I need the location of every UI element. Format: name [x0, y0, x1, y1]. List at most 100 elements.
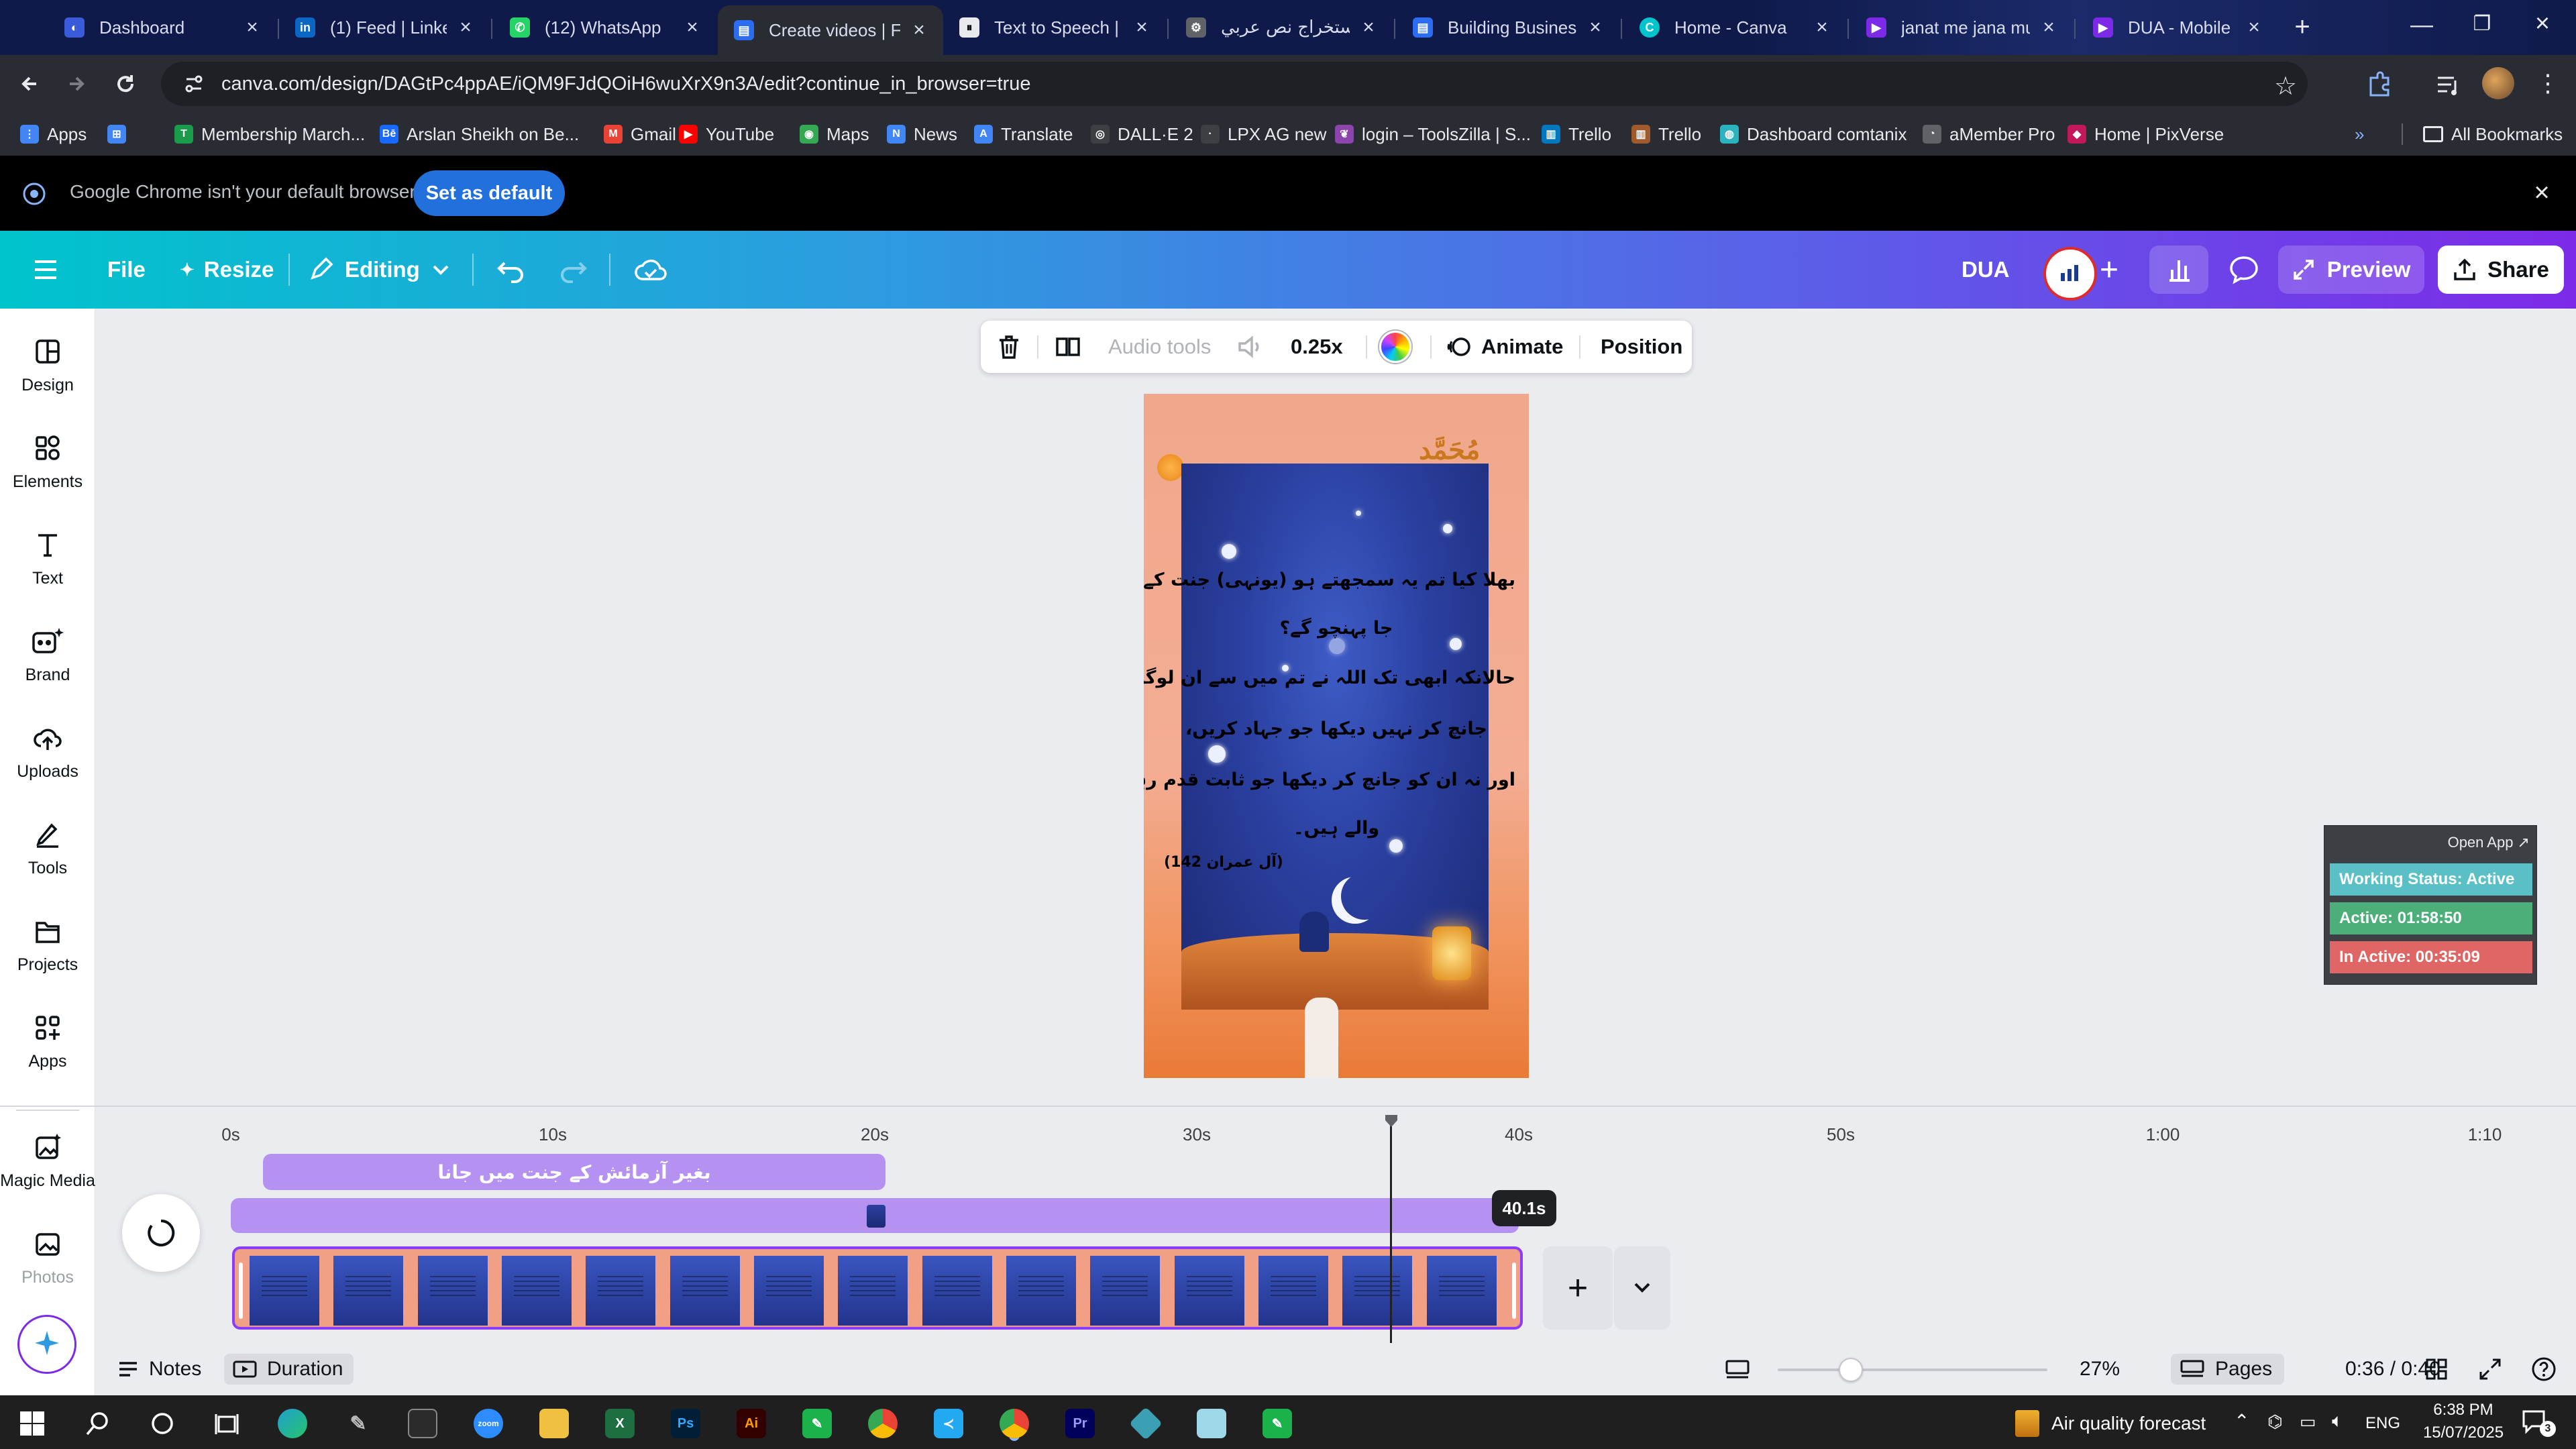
search-icon[interactable] [83, 1409, 113, 1438]
clock-time[interactable]: 6:38 PM [2423, 1401, 2504, 1419]
sidebar-item-text[interactable]: Text [0, 530, 95, 610]
zoom-percentage[interactable]: 27% [2080, 1354, 2120, 1385]
open-app-link[interactable]: Open App ↗ [2448, 834, 2530, 851]
close-icon[interactable]: × [910, 20, 928, 40]
weather-text[interactable]: Air quality forecast [2051, 1413, 2206, 1434]
excel-icon[interactable]: X [605, 1409, 635, 1438]
clip-thumbnail[interactable] [669, 1256, 740, 1326]
add-collaborator-icon[interactable]: + [2100, 251, 2118, 288]
close-icon[interactable]: × [1132, 17, 1151, 38]
sidebar-item-elements[interactable]: Elements [0, 433, 95, 514]
forward-icon[interactable] [62, 70, 90, 98]
browser-tab[interactable]: ⏸ Text to Speech | E × [943, 7, 1166, 48]
clip-thumbnail[interactable] [1006, 1256, 1076, 1326]
editing-mode-dropdown[interactable]: Editing [307, 251, 449, 288]
minimize-button[interactable]: — [2402, 12, 2442, 42]
close-window-button[interactable]: × [2522, 9, 2563, 42]
clip-thumbnail[interactable] [838, 1256, 908, 1326]
cortana-icon[interactable] [148, 1409, 177, 1438]
bookmark-star-icon[interactable]: ☆ [2274, 71, 2297, 101]
task-view-icon[interactable] [212, 1409, 241, 1438]
bookmark-item[interactable]: ▶ YouTube [679, 122, 774, 146]
close-icon[interactable]: × [2245, 17, 2263, 38]
photoshop-icon[interactable]: Ps [671, 1409, 700, 1438]
chrome-active-icon[interactable] [1000, 1409, 1029, 1438]
video-clip-strip[interactable] [232, 1246, 1523, 1330]
bookmark-item[interactable]: N News [887, 122, 957, 146]
audio-track-clip[interactable]: بغیر آزمائش کے جنت میں جانا [263, 1154, 885, 1190]
fullscreen-icon[interactable] [2478, 1354, 2502, 1385]
help-icon[interactable] [2530, 1354, 2557, 1385]
sidebar-item-apps[interactable]: Apps [0, 1013, 95, 1093]
bookmark-item[interactable]: ⊞ [107, 122, 134, 146]
close-icon[interactable]: × [243, 17, 262, 38]
input-language[interactable]: ENG [2365, 1414, 2400, 1433]
network-icon[interactable]: ▭ [2300, 1411, 2316, 1432]
illustrator-icon[interactable]: Ai [737, 1409, 766, 1438]
pen-icon[interactable]: ✎ [343, 1409, 373, 1438]
bookmark-item[interactable]: ⋮ Apps [20, 122, 87, 146]
bookmark-item[interactable]: ▥ Trello [1542, 122, 1611, 146]
browser-tab[interactable]: in (1) Feed | LinkedIn × [279, 7, 490, 48]
bookmark-item[interactable]: ◎ DALL·E 2 [1091, 122, 1193, 146]
animate-button[interactable]: Animate [1446, 321, 1563, 373]
reload-icon[interactable] [111, 70, 140, 98]
browser-tab[interactable]: ▶ janat me jana mu × [1850, 7, 2073, 48]
sidebar-item-brand[interactable]: Brand [0, 627, 95, 707]
design-page[interactable]: مُحَمَّد بھلا کیا تم یہ سمجھتے ہو (یونہی… [1144, 394, 1529, 1078]
browser-menu-icon[interactable]: ⋮ [2536, 68, 2560, 98]
clip-left-handle[interactable] [239, 1263, 243, 1319]
browser-tab[interactable]: ⚙ استخراج نص عربي × [1170, 7, 1393, 48]
redo-icon[interactable] [557, 251, 589, 288]
clip-thumbnail[interactable] [250, 1256, 319, 1326]
tray-app-icon[interactable]: ⌬ [2267, 1411, 2283, 1432]
premiere-icon[interactable]: Pr [1065, 1409, 1095, 1438]
close-icon[interactable]: × [456, 17, 475, 38]
close-icon[interactable]: × [2039, 17, 2058, 38]
weather-icon[interactable] [2015, 1410, 2039, 1437]
add-page-button[interactable]: + [1543, 1246, 1613, 1330]
clip-thumbnail[interactable] [1342, 1256, 1413, 1326]
magic-assistant-button[interactable] [17, 1315, 76, 1374]
sidebar-item-magic-media[interactable]: Magic Media [0, 1132, 95, 1213]
browser-tab[interactable]: ▤ Building Business × [1397, 7, 1619, 48]
close-icon[interactable]: × [683, 17, 702, 38]
expand-pages-button[interactable] [1614, 1246, 1670, 1330]
close-icon[interactable]: × [1359, 17, 1378, 38]
clip-thumbnail[interactable] [1258, 1256, 1328, 1326]
volume-icon[interactable] [1236, 321, 1265, 373]
volume-tray-icon[interactable]: 🔈︎ [2332, 1410, 2343, 1432]
position-button[interactable]: Position [1601, 321, 1682, 373]
set-as-default-button[interactable]: Set as default [413, 170, 565, 216]
back-icon[interactable] [16, 70, 44, 98]
browser-tab[interactable]: ◐ Dashboard × [48, 7, 276, 48]
zoom-slider-knob[interactable] [1838, 1358, 1863, 1382]
design-title[interactable]: DUA [1962, 251, 2010, 288]
resize-button[interactable]: ✦ Resize [180, 251, 274, 288]
sidebar-item-projects[interactable]: Projects [0, 916, 95, 997]
zoom-app-icon[interactable]: zoom [474, 1409, 503, 1438]
file-menu[interactable]: File [107, 251, 146, 288]
browser-tab[interactable]: ▶ DUA - Mobile Vid × [2077, 7, 2278, 48]
browser-tab-active[interactable]: ▤ Create videos | Fr × [718, 5, 943, 55]
sidebar-item-tools[interactable]: Tools [0, 820, 95, 900]
file-explorer-icon[interactable] [539, 1409, 569, 1438]
bookmark-item[interactable]: ◍ Dashboard comtanix [1720, 122, 1907, 146]
clip-thumbnail[interactable] [1426, 1256, 1497, 1326]
green-app-icon[interactable]: ✎ [802, 1409, 832, 1438]
bookmark-item[interactable]: T Membership March... [174, 122, 365, 146]
grid-view-icon[interactable] [2424, 1354, 2449, 1385]
pages-button[interactable]: Pages [2171, 1354, 2285, 1385]
clip-thumbnail[interactable] [922, 1256, 992, 1326]
bookmark-item[interactable]: A Translate [974, 122, 1073, 146]
playback-speed[interactable]: 0.25x [1291, 321, 1343, 373]
browser-tab[interactable]: ✆ (12) WhatsApp × [494, 7, 716, 48]
browser-tab[interactable]: C Home - Canva × [1623, 7, 1846, 48]
green-app-2-icon[interactable]: ✎ [1263, 1409, 1292, 1438]
close-icon[interactable]: × [1813, 17, 1831, 38]
bookmark-item[interactable]: ◆ Home | PixVerse [2068, 122, 2224, 146]
chrome-taskbar-icon[interactable] [868, 1409, 898, 1438]
comment-icon[interactable] [2229, 251, 2259, 288]
clip-thumbnail[interactable] [1090, 1256, 1161, 1326]
playhead-line[interactable] [1390, 1116, 1392, 1343]
